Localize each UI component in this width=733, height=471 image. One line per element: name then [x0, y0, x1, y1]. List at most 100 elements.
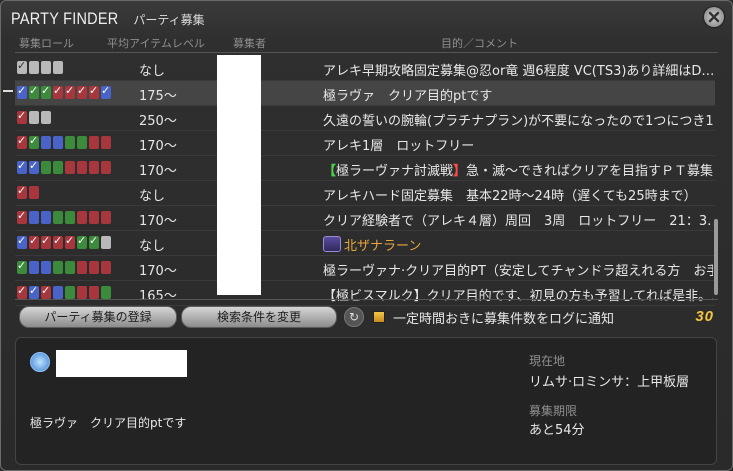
role-slot [77, 136, 87, 149]
notify-checkbox[interactable] [373, 311, 385, 323]
role-slot [53, 211, 63, 224]
window-title: PARTY FINDER パーティ募集 [11, 9, 205, 31]
item-level: 170〜 [139, 164, 177, 179]
role-slots [17, 284, 111, 299]
column-header-recruiter[interactable]: 募集者 [233, 35, 266, 51]
notify-label: 一定時間おきに募集件数をログに通知 [393, 312, 615, 327]
table-row-selected[interactable]: 175〜 極ラヴァ クリア目的ptです [3, 81, 715, 106]
refresh-button[interactable]: ↻ [344, 307, 364, 327]
table-row[interactable]: 250〜 久遠の誓いの腕輪(プラチナプラン)が不要になったので1つにつき1… [15, 106, 715, 131]
table-row[interactable]: なし 北ザナラーン [15, 231, 715, 256]
item-level: なし [139, 64, 166, 79]
column-header-roles[interactable]: 募集ロール [19, 35, 74, 51]
list-scrollbar[interactable] [714, 219, 718, 295]
role-slot [53, 161, 63, 174]
role-slot [89, 84, 99, 99]
role-slot [53, 61, 63, 74]
role-slot [89, 211, 99, 224]
role-slots [17, 134, 111, 149]
role-slot [41, 61, 51, 74]
world-icon [30, 352, 50, 372]
role-slot [29, 134, 39, 149]
close-button[interactable] [704, 7, 724, 27]
role-slot [29, 111, 39, 124]
role-slot [65, 286, 75, 299]
role-slots [17, 59, 63, 74]
role-slots [17, 259, 111, 274]
role-slot [17, 84, 27, 99]
column-header-comment[interactable]: 目的／コメント [441, 35, 518, 51]
role-slot [65, 261, 75, 274]
detail-comment: 極ラヴァ クリア目的ptです [30, 416, 187, 430]
role-slot [29, 284, 39, 299]
refresh-icon: ↻ [348, 310, 360, 324]
change-search-button[interactable]: 検索条件を変更 [181, 306, 337, 328]
role-slot [17, 259, 27, 274]
role-slot [29, 234, 39, 249]
table-row[interactable]: なし アレキ早期攻略固定募集@忍or竜 週6程度 VC(TS3)あり詳細はD… [15, 56, 715, 81]
role-slots [17, 234, 111, 249]
role-slot [41, 136, 51, 149]
title-jp: パーティ募集 [133, 13, 205, 27]
role-slot [29, 186, 39, 199]
duty-icon [323, 236, 341, 252]
role-slots [17, 109, 51, 124]
location-value: リムサ·ロミンサ：上甲板層 [529, 375, 690, 390]
item-level: 165〜 [139, 289, 177, 304]
role-slots [17, 184, 39, 199]
role-slot [53, 286, 63, 299]
expiry-label: 募集期限 [529, 404, 578, 418]
table-row[interactable]: 170〜 極ラーヴァナ·クリア目的PT（安定してチャンドラ超えれる方 お手… [15, 256, 715, 281]
recruiter-redaction [217, 55, 261, 295]
listing-comment: クリア経験者で（アレキ４層）周回 3周 ロットフリー 21：3… [323, 214, 713, 229]
role-slot [53, 136, 63, 149]
role-slots [17, 209, 111, 224]
item-level: なし [139, 239, 166, 254]
listing-comment: 【極ビスマルク】クリア目的です、初見の方も予習してれば是非。… [323, 289, 713, 304]
role-slot [89, 136, 99, 149]
role-slot [41, 261, 51, 274]
listing-comment: 北ザナラーン [323, 235, 713, 254]
role-slot [41, 234, 51, 249]
header-divider [15, 52, 718, 53]
role-slot [101, 211, 111, 224]
role-slot [41, 161, 51, 174]
role-slot [101, 161, 111, 174]
role-slot [17, 234, 27, 249]
item-level: 170〜 [139, 139, 177, 154]
table-row[interactable]: 170〜 アレキ1層 ロットフリー [15, 131, 715, 156]
table-row[interactable]: なし アレキハード固定募集 基本22時〜24時（遅くても25時まで） [15, 181, 715, 206]
recruiter-name-redaction [56, 350, 187, 377]
listing-comment: 久遠の誓いの腕輪(プラチナプラン)が不要になったので1つにつき1… [323, 114, 713, 129]
register-recruitment-button[interactable]: パーティ募集の登録 [19, 306, 177, 328]
role-slot [77, 84, 87, 99]
role-slot [89, 261, 99, 274]
close-icon [708, 11, 720, 23]
role-slot [65, 136, 75, 149]
role-slot [65, 161, 75, 174]
listing-comment: アレキ1層 ロットフリー [323, 139, 475, 154]
role-slot [17, 109, 27, 124]
table-row[interactable]: 165〜 【極ビスマルク】クリア目的です、初見の方も予習してれば是非。… [15, 281, 715, 306]
listing-count: 30 [695, 308, 714, 325]
role-slot [77, 161, 87, 174]
role-slot [17, 159, 27, 174]
role-slot [17, 209, 27, 224]
role-slot [65, 211, 75, 224]
comment-text: 急・滅〜できればクリアを目指すＰＴ募集！… [466, 164, 713, 179]
item-level: 170〜 [139, 264, 177, 279]
role-slot [41, 111, 51, 124]
comment-duty: 極ラーヴァナ討滅戦 [336, 164, 454, 179]
role-slot [41, 211, 51, 224]
listing-table: なし アレキ早期攻略固定募集@忍or竜 週6程度 VC(TS3)あり詳細はD… … [3, 56, 715, 306]
role-slot [17, 284, 27, 299]
table-row[interactable]: 170〜 【極ラーヴァナ討滅戦】急・滅〜できればクリアを目指すＰＴ募集！… [15, 156, 715, 181]
role-slot [77, 261, 87, 274]
role-slot [65, 84, 75, 99]
detail-panel: 極ラヴァ クリア目的ptです 現在地 リムサ·ロミンサ：上甲板層 募集期限 あと… [15, 337, 717, 465]
role-slot [41, 84, 51, 99]
table-row[interactable]: 170〜 クリア経験者で（アレキ４層）周回 3周 ロットフリー 21：3… [15, 206, 715, 231]
column-header-ilvl[interactable]: 平均アイテムレベル [107, 35, 205, 51]
listing-comment: 極ラヴァ クリア目的ptです [323, 89, 493, 104]
role-slot [53, 234, 63, 249]
